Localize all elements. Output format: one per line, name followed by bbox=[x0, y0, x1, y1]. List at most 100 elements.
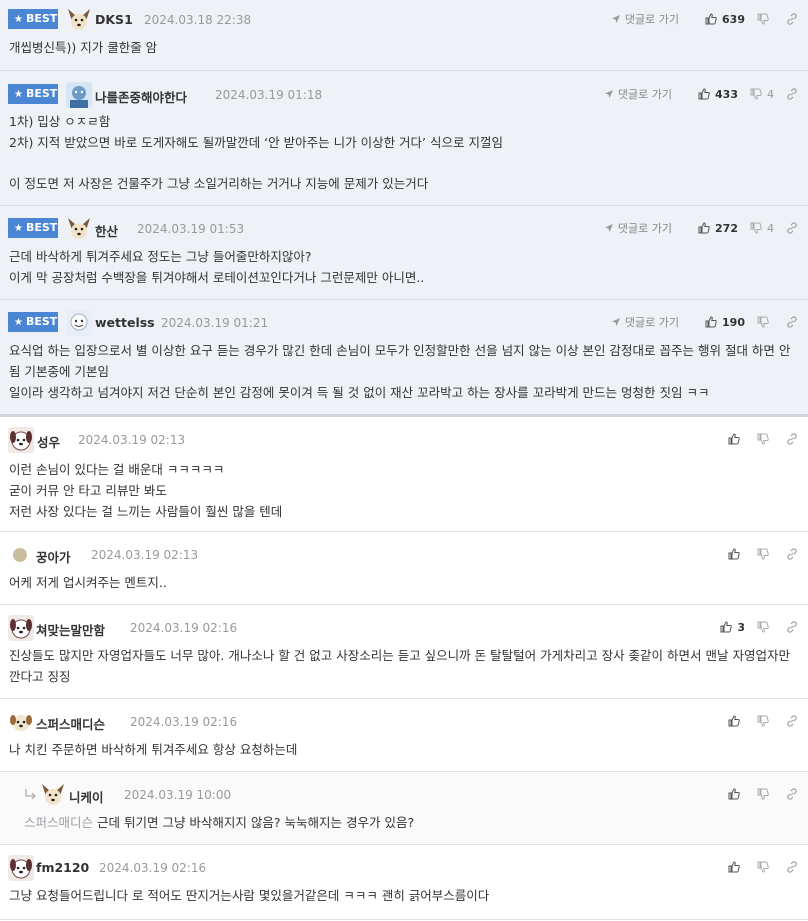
dislike-button[interactable] bbox=[757, 715, 774, 727]
dislike-button[interactable] bbox=[757, 621, 774, 633]
mention-link[interactable]: 스퍼스매디슨 bbox=[24, 815, 93, 830]
dislike-button[interactable] bbox=[757, 316, 774, 328]
like-button[interactable]: 3 bbox=[720, 621, 745, 634]
like-button[interactable]: 433 bbox=[698, 88, 738, 101]
dog-avatar-icon bbox=[68, 9, 90, 30]
dot-avatar-icon bbox=[13, 548, 27, 562]
link-icon bbox=[787, 621, 797, 633]
copy-link-button[interactable] bbox=[786, 548, 798, 560]
comment-body: 1차) 밉상 ㅇㅈㄹ함 2차) 지적 받았으면 바로 도게자해도 될까말깐데 ‘… bbox=[9, 114, 503, 191]
goto-comment-link[interactable]: 댓글로 가기 bbox=[604, 86, 672, 102]
comment-actions: 댓글로 가기 190 bbox=[611, 312, 798, 332]
goto-comment-link[interactable]: 댓글로 가기 bbox=[604, 220, 672, 236]
comment-date: 2024.03.19 01:21 bbox=[161, 316, 269, 330]
comment-date: 2024.03.19 02:16 bbox=[130, 715, 238, 729]
thumbs-down-icon bbox=[757, 715, 769, 727]
nickname[interactable]: 니케이 bbox=[69, 787, 104, 806]
avatar[interactable] bbox=[66, 7, 92, 33]
avatar[interactable] bbox=[8, 709, 34, 735]
avatar[interactable] bbox=[66, 310, 92, 336]
avatar[interactable] bbox=[8, 427, 34, 453]
like-count: 639 bbox=[722, 12, 745, 26]
thumbs-up-icon bbox=[698, 88, 710, 100]
link-icon bbox=[787, 316, 797, 328]
like-count: 272 bbox=[715, 221, 738, 235]
dislike-button[interactable]: 4 bbox=[750, 222, 774, 235]
reply-arrow-icon bbox=[24, 787, 38, 806]
copy-link-button[interactable] bbox=[786, 861, 798, 873]
comment-header: 꿍아가 2024.03.19 02:13 bbox=[8, 542, 798, 568]
avatar[interactable] bbox=[8, 615, 34, 641]
like-button[interactable] bbox=[728, 548, 745, 560]
like-button[interactable] bbox=[728, 861, 745, 873]
comment-actions bbox=[716, 544, 798, 564]
send-arrow-icon bbox=[611, 15, 620, 23]
copy-link-button[interactable] bbox=[786, 222, 798, 234]
nickname[interactable]: 한산 bbox=[95, 221, 118, 240]
avatar[interactable] bbox=[66, 82, 92, 108]
comment-body: 근데 바삭하게 튀겨주세요 정도는 그냥 들어줄만하지않아? 이게 막 공장처럼… bbox=[9, 249, 425, 285]
link-icon bbox=[787, 13, 797, 25]
dog-avatar-icon bbox=[68, 218, 90, 239]
star-icon: ★ bbox=[14, 14, 23, 25]
comment-actions bbox=[716, 711, 798, 731]
copy-link-button[interactable] bbox=[786, 621, 798, 633]
dog-avatar-icon bbox=[42, 784, 64, 805]
copy-link-button[interactable] bbox=[786, 788, 798, 800]
like-button[interactable] bbox=[728, 788, 745, 800]
dislike-button[interactable] bbox=[757, 13, 774, 25]
like-button[interactable] bbox=[728, 715, 745, 727]
like-button[interactable]: 639 bbox=[705, 13, 745, 26]
nickname[interactable]: 성우 bbox=[37, 432, 60, 451]
comment-body: 개씹병신특)) 지가 쿨한줄 암 bbox=[9, 40, 158, 55]
like-button[interactable]: 272 bbox=[698, 222, 738, 235]
copy-link-button[interactable] bbox=[786, 88, 798, 100]
comment-header: fm2120 2024.03.19 02:16 bbox=[8, 855, 798, 881]
thumbs-up-icon bbox=[705, 13, 717, 25]
copy-link-button[interactable] bbox=[786, 316, 798, 328]
dislike-count: 4 bbox=[767, 87, 774, 101]
comment-date: 2024.03.19 02:13 bbox=[78, 433, 186, 447]
nickname[interactable]: 쳐맞는말만함 bbox=[36, 620, 105, 639]
thumbs-down-icon bbox=[757, 861, 769, 873]
comment-list: ★ BEST DKS1 2024.03.18 22:38 댓글로 가기 639 개… bbox=[0, 0, 808, 920]
nickname[interactable]: DKS1 bbox=[95, 12, 133, 27]
send-arrow-icon bbox=[611, 318, 620, 326]
avatar[interactable] bbox=[8, 855, 34, 881]
comment-date: 2024.03.19 02:16 bbox=[130, 621, 238, 635]
dislike-button[interactable]: 4 bbox=[750, 88, 774, 101]
nickname[interactable]: fm2120 bbox=[36, 860, 89, 875]
like-count: 190 bbox=[722, 315, 745, 329]
copy-link-button[interactable] bbox=[786, 13, 798, 25]
send-arrow-icon bbox=[604, 90, 613, 98]
star-icon: ★ bbox=[14, 89, 23, 100]
avatar[interactable] bbox=[66, 216, 92, 242]
dislike-button[interactable] bbox=[757, 433, 774, 445]
dislike-button[interactable] bbox=[757, 788, 774, 800]
goto-comment-link[interactable]: 댓글로 가기 bbox=[611, 314, 679, 330]
nickname[interactable]: 꿍아가 bbox=[36, 547, 71, 566]
like-button[interactable]: 190 bbox=[705, 316, 745, 329]
avatar[interactable] bbox=[8, 542, 34, 568]
dislike-count: 4 bbox=[767, 221, 774, 235]
nickname[interactable]: wettelss bbox=[95, 315, 155, 330]
comment-actions bbox=[716, 784, 798, 804]
comment-actions: 댓글로 가기 639 bbox=[611, 9, 798, 29]
copy-link-button[interactable] bbox=[786, 715, 798, 727]
dislike-button[interactable] bbox=[757, 548, 774, 560]
comment-actions: 댓글로 가기 433 4 bbox=[604, 84, 798, 104]
thumbs-up-icon bbox=[705, 316, 717, 328]
dislike-button[interactable] bbox=[757, 861, 774, 873]
comment-date: 2024.03.19 01:53 bbox=[137, 222, 245, 236]
avatar[interactable] bbox=[40, 782, 66, 808]
comment-body: 진상들도 많지만 자영업자들도 너무 많아. 개나소나 할 건 없고 사장소리는… bbox=[9, 648, 790, 684]
comment: 쳐맞는말만함 2024.03.19 02:16 3 진상들도 많지만 자영업자들… bbox=[0, 605, 808, 699]
like-button[interactable] bbox=[728, 433, 745, 445]
link-icon bbox=[787, 222, 797, 234]
star-icon: ★ bbox=[14, 223, 23, 234]
nickname[interactable]: 나를존중해야한다 bbox=[95, 87, 187, 106]
goto-comment-link[interactable]: 댓글로 가기 bbox=[611, 11, 679, 27]
nickname[interactable]: 스퍼스매디슨 bbox=[36, 714, 105, 733]
comment-header: ★ BEST wettelss 2024.03.19 01:21 댓글로 가기 1… bbox=[8, 310, 798, 336]
copy-link-button[interactable] bbox=[786, 433, 798, 445]
